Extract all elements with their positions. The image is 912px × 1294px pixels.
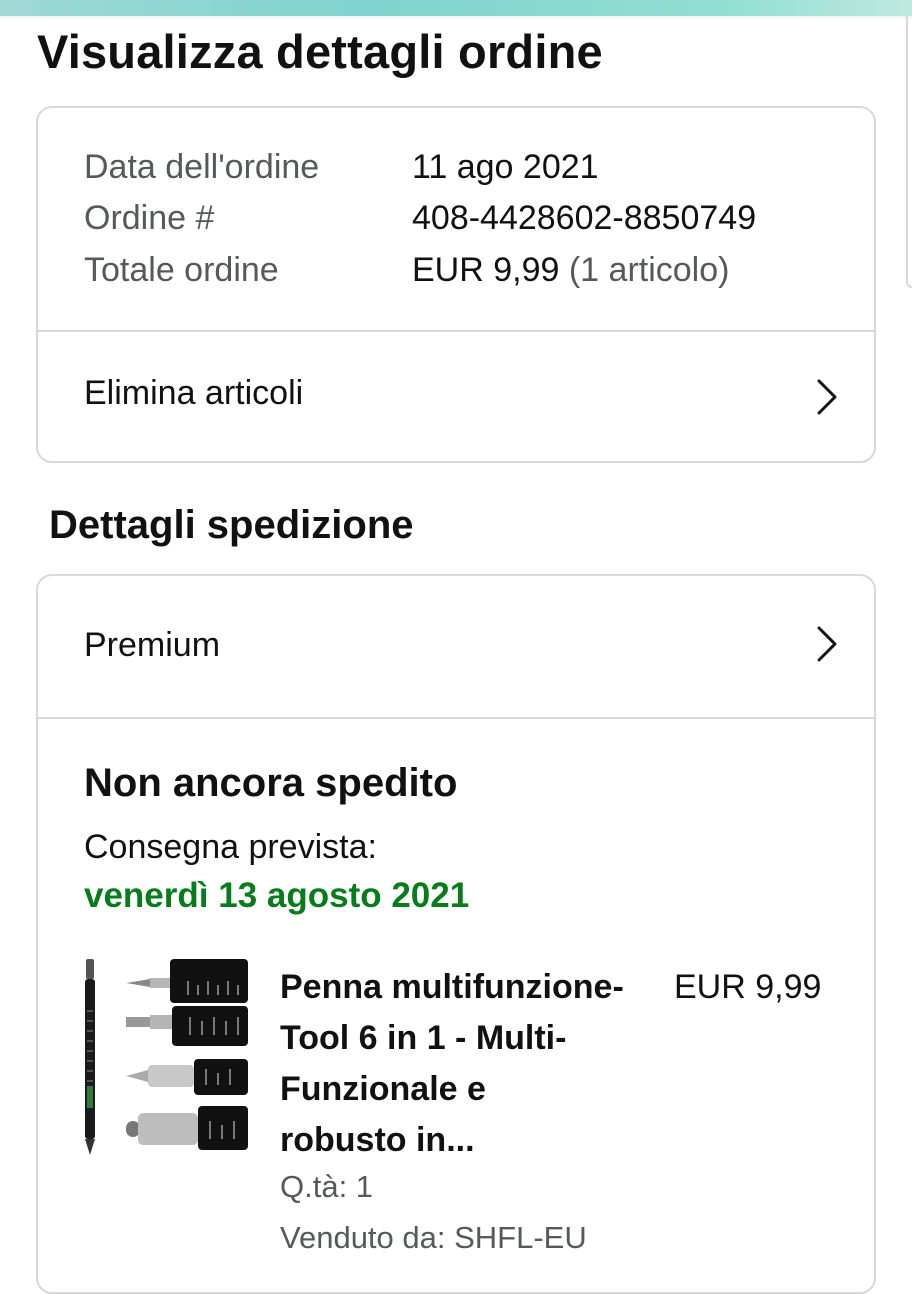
product-title-line: Tool 6 in 1 - Multi- (280, 1019, 567, 1057)
delivery-estimate-date: venerdì 13 agosto 2021 (84, 876, 470, 915)
product-price: EUR 9,99 (674, 968, 822, 1006)
order-summary-card: Data dell'ordine 11 ago 2021 Ordine # 40… (36, 106, 876, 463)
delivery-estimate-label: Consegna prevista: (84, 828, 377, 866)
order-number-label: Ordine # (84, 199, 215, 237)
order-date-value: 11 ago 2021 (412, 148, 599, 186)
order-total-value-wrap: EUR 9,99 (1 articolo) (412, 251, 729, 290)
order-date-row: Data dell'ordine 11 ago 2021 (84, 148, 599, 187)
order-total-label: Totale ordine (84, 251, 279, 289)
order-number-value: 408-4428602-8850749 (412, 199, 757, 237)
product-title-line: Penna multifunzione- (280, 968, 624, 1006)
product-quantity: Q.tà: 1 (280, 1169, 374, 1204)
shipping-method-row[interactable]: Premium (38, 576, 874, 716)
order-item-count: (1 articolo) (559, 251, 730, 289)
chevron-right-icon (817, 626, 837, 662)
shipment-status: Non ancora spedito (84, 761, 458, 805)
chevron-right-icon (817, 379, 837, 415)
order-total-row: Totale ordine EUR 9,99 (1 articolo) (84, 251, 729, 290)
product-image[interactable] (78, 951, 248, 1161)
divider (38, 717, 874, 719)
order-number-row: Ordine # 408-4428602-8850749 (84, 199, 756, 238)
shipping-method-label: Premium (84, 626, 221, 664)
shipping-section-title: Dettagli spedizione (49, 503, 414, 547)
product-title-link[interactable]: Penna multifunzione- Tool 6 in 1 - Multi… (280, 962, 680, 1166)
delete-items-label: Elimina articoli (84, 374, 304, 412)
delete-items-row[interactable]: Elimina articoli (38, 332, 874, 462)
page-title: Visualizza dettagli ordine (37, 25, 603, 78)
scroll-edge-indicator (906, 16, 912, 288)
order-date-label: Data dell'ordine (84, 148, 320, 186)
shipping-card: Premium Non ancora spedito Consegna prev… (36, 574, 876, 1294)
status-bar-accent (0, 0, 912, 16)
product-title-line: robusto in... (280, 1121, 475, 1159)
order-total-value: EUR 9,99 (412, 251, 560, 289)
status-bar-shadow (0, 16, 912, 20)
product-title-line: Funzionale e (280, 1070, 486, 1108)
product-seller: Venduto da: SHFL-EU (280, 1220, 587, 1255)
